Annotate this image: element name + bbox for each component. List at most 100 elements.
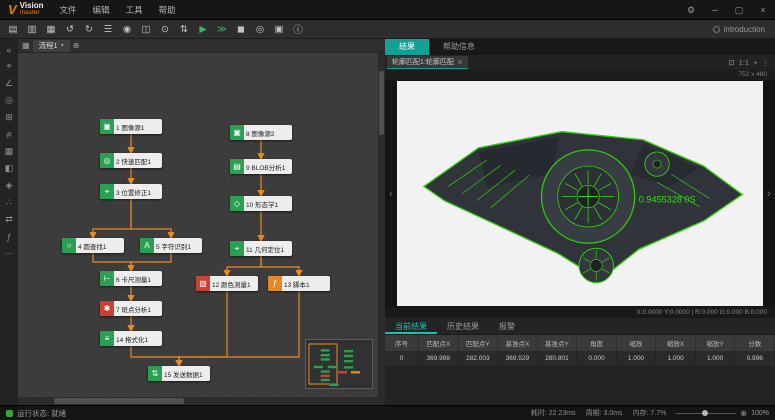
location-tools-icon[interactable]: ⌖ <box>0 58 18 75</box>
image-tab[interactable]: 轮廓匹配1:轮廓匹配 × <box>387 56 468 69</box>
flow-horizontal-scrollbar[interactable] <box>18 397 385 405</box>
flow-node-6[interactable]: ⊢6 卡尺测量1 <box>100 271 162 286</box>
table-cell: 280.801 <box>538 351 578 366</box>
open-solution-icon[interactable]: ▥ <box>23 21 41 37</box>
new-solution-icon[interactable]: ▤ <box>4 21 22 37</box>
table-cell: 1.000 <box>656 351 696 366</box>
module-list-icon[interactable]: ☰ <box>99 21 117 37</box>
flow-node-label: 13 脚本1 <box>282 276 330 291</box>
flow-node-15[interactable]: ⇅15 发送数据1 <box>148 366 210 381</box>
operation-interface-icon[interactable]: ▣ <box>270 21 288 37</box>
global-trigger-icon[interactable]: ◎ <box>251 21 269 37</box>
flow-node-4[interactable]: ○4 圆查找1 <box>62 238 124 253</box>
redo-icon[interactable]: ↻ <box>80 21 98 37</box>
flow-canvas[interactable]: ▣1 图像源1 ◎2 快速匹配1 ⌖3 位置修正1 ○4 圆查找1 A5 字符识别1 ⊢6… <box>18 53 385 397</box>
flow-node-8[interactable]: ▣8 图像源2 <box>230 125 292 140</box>
communication-icon[interactable]: ⇅ <box>175 21 193 37</box>
flow-node-10[interactable]: ◇10 形态学1 <box>230 196 292 211</box>
part-drawing: 0.9455328 0S <box>397 81 763 306</box>
module-icon: ⊢ <box>100 271 114 286</box>
magnifier-icon[interactable]: ⊕ <box>740 409 747 418</box>
settings-icon[interactable]: ⚙ <box>679 0 703 20</box>
flow-node-7[interactable]: ✱7 斑点分析1 <box>100 301 162 316</box>
flow-minimap[interactable] <box>305 339 373 389</box>
image-viewer: ‹ <box>385 80 775 307</box>
alignment-tools-icon[interactable]: # <box>0 126 18 143</box>
defect-detection-icon[interactable]: ◈ <box>0 177 18 194</box>
table-cell: 1.000 <box>617 351 657 366</box>
resolution-text: 752 x 480 <box>738 71 767 78</box>
module-icon: ⌖ <box>230 241 244 256</box>
image-processing-icon[interactable]: ▦ <box>0 143 18 160</box>
more-tools-icon[interactable]: ⋯ <box>0 245 18 262</box>
tab-history-result[interactable]: 历史结果 <box>437 318 489 334</box>
tab-result[interactable]: 结果 <box>385 39 429 55</box>
column-header: 缩放Y <box>696 335 736 351</box>
flow-node-2[interactable]: ◎2 快速匹配1 <box>100 153 162 168</box>
flow-node-3[interactable]: ⌖3 位置修正1 <box>100 184 162 199</box>
actual-size-icon[interactable]: 1:1 <box>739 58 749 67</box>
close-icon[interactable]: × <box>751 0 775 20</box>
inspection-image[interactable]: 0.9455328 0S <box>397 81 763 306</box>
zoom-control: ⊕ 100% <box>676 409 769 418</box>
menu-item[interactable]: 文件 <box>52 0 85 20</box>
flow-node-12[interactable]: ▧12 颜色测量1 <box>196 276 258 291</box>
menu-item[interactable]: 帮助 <box>151 0 184 20</box>
close-icon[interactable]: × <box>458 58 463 67</box>
menu-item[interactable]: 工具 <box>118 0 151 20</box>
image-window-icon[interactable]: ◫ <box>137 21 155 37</box>
module-icon: A <box>140 238 154 253</box>
zoom-slider-thumb[interactable] <box>702 410 708 416</box>
flow-tab[interactable]: 流程1 ▾ <box>33 40 70 52</box>
minimize-icon[interactable]: ─ <box>703 0 727 20</box>
recognition-tools-icon[interactable]: ◎ <box>0 92 18 109</box>
tab-current-result[interactable]: 当前结果 <box>385 318 437 334</box>
module-icon: ◇ <box>230 196 244 211</box>
flow-vertical-scrollbar[interactable] <box>378 53 385 397</box>
flow-node-14[interactable]: ≡14 格式化1 <box>100 331 162 346</box>
tab-alarm[interactable]: 报警 <box>489 318 525 334</box>
next-image-button[interactable]: › <box>763 80 775 307</box>
camera-icon[interactable]: ◉ <box>118 21 136 37</box>
logic-tools-icon[interactable]: ∴ <box>0 194 18 211</box>
logo-v-icon: V <box>8 2 17 17</box>
scrollbar-thumb[interactable] <box>379 71 384 135</box>
menu-item[interactable]: 编辑 <box>85 0 118 20</box>
add-flow-icon[interactable]: ⊕ <box>73 41 80 50</box>
flow-node-13[interactable]: ƒ13 脚本1 <box>268 276 330 291</box>
stop-icon[interactable]: ◼ <box>232 21 250 37</box>
undo-icon[interactable]: ↺ <box>61 21 79 37</box>
help-icon[interactable]: ⓘ <box>289 21 307 37</box>
flow-node-9[interactable]: ▤9 BLOB分析1 <box>230 159 292 174</box>
module-icon: ƒ <box>268 276 282 291</box>
result-tabs: 当前结果历史结果报警 <box>385 318 775 335</box>
more-icon[interactable]: ⋮ <box>762 58 770 67</box>
flow-node-11[interactable]: ⌖11 几何定位1 <box>230 241 292 256</box>
communication-tools-icon[interactable]: ⇄ <box>0 211 18 228</box>
user-account[interactable]: introduction <box>713 25 771 34</box>
brand-sub: master <box>20 10 44 17</box>
script-tools-icon[interactable]: ƒ <box>0 228 18 245</box>
global-variable-icon[interactable]: ⊙ <box>156 21 174 37</box>
color-processing-icon[interactable]: ◧ <box>0 160 18 177</box>
scrollbar-thumb[interactable] <box>54 398 184 404</box>
pixel-info-text: X:0.0000 Y:0.0000 | R:0.000 G:0.000 B:0.… <box>636 309 767 316</box>
crosshair-icon[interactable]: + <box>753 58 757 67</box>
tab-help-info[interactable]: 帮助信息 <box>429 39 489 55</box>
maximize-icon[interactable]: ▢ <box>727 0 751 20</box>
measure-tools-icon[interactable]: ∠ <box>0 75 18 92</box>
zoom-slider[interactable] <box>676 409 736 417</box>
calibration-tools-icon[interactable]: ⊞ <box>0 109 18 126</box>
table-row[interactable]: 0369.998282.003369.529280.8010.0001.0001… <box>385 351 775 367</box>
flow-list-icon[interactable]: ▦ <box>22 41 30 50</box>
save-solution-icon[interactable]: ▦ <box>42 21 60 37</box>
run-once-icon[interactable]: ▶ <box>194 21 212 37</box>
collapse-icon[interactable]: « <box>0 41 18 58</box>
prev-image-button[interactable]: ‹ <box>385 80 397 307</box>
fit-window-icon[interactable]: ⊡ <box>728 58 734 67</box>
table-cell: 0.000 <box>577 351 617 366</box>
flow-node-5[interactable]: A5 字符识别1 <box>140 238 202 253</box>
flow-node-1[interactable]: ▣1 图像源1 <box>100 119 162 134</box>
run-continuous-icon[interactable]: ≫ <box>213 21 231 37</box>
flow-node-label: 12 颜色测量1 <box>210 276 258 291</box>
